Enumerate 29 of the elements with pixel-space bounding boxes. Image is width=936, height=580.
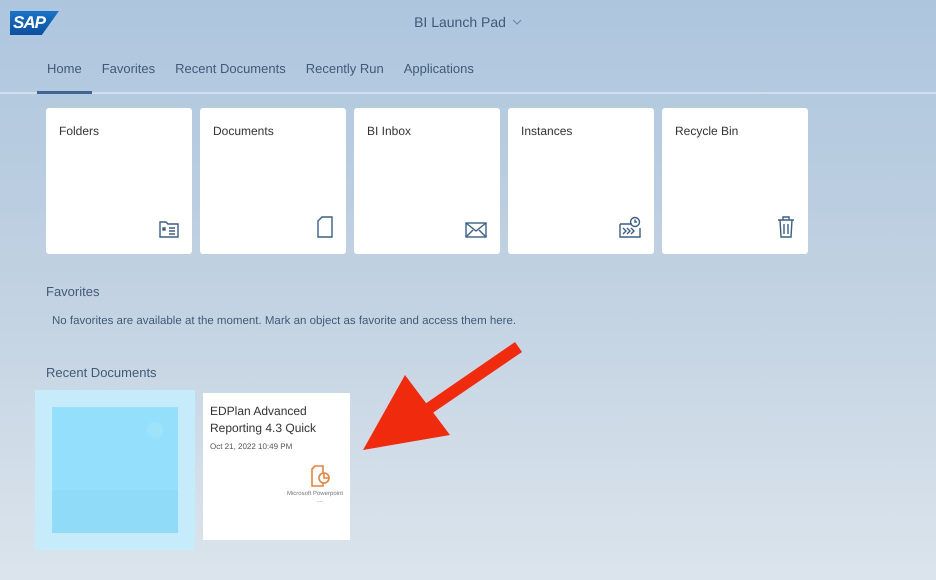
envelope-icon xyxy=(465,222,487,238)
presentation-file-icon xyxy=(311,464,331,487)
nav-tab[interactable]: Recently Run xyxy=(296,46,394,94)
document-icon xyxy=(317,216,333,238)
launch-tile[interactable]: Folders xyxy=(46,108,192,254)
instances-icon xyxy=(619,216,641,238)
section-heading: Recent Documents xyxy=(45,365,158,380)
folder-icon xyxy=(159,220,179,238)
app-title-menu[interactable]: BI Launch Pad xyxy=(414,14,522,30)
document-title: EDPlan Advanced Reporting 4.3 Quick xyxy=(210,403,318,437)
nav-tab[interactable]: Applications xyxy=(394,46,484,94)
tile-label: Documents xyxy=(213,124,275,138)
nav-tab[interactable]: Recent Documents xyxy=(165,46,296,94)
launch-tile[interactable]: Recycle Bin xyxy=(662,108,808,254)
nav-tab[interactable]: Favorites xyxy=(92,46,166,94)
launch-tile[interactable]: Instances xyxy=(508,108,654,254)
empty-message: No favorites are available at the moment. Mark an object as favorite and access them here. xyxy=(51,314,518,327)
document-date: Oct 21, 2022 10:49 PM xyxy=(210,442,294,451)
tile-label: Folders xyxy=(59,124,100,138)
tile-label: Instances xyxy=(521,124,574,138)
nav-tab[interactable]: Home xyxy=(37,46,92,94)
tile-label: BI Inbox xyxy=(367,124,412,138)
section-heading: Favorites xyxy=(45,284,100,299)
launch-tile[interactable]: Documents xyxy=(200,108,346,254)
logo[interactable]: SAP xyxy=(10,11,59,35)
chevron-down-icon xyxy=(512,19,522,25)
tile-label: Recycle Bin xyxy=(675,124,740,138)
launch-tile[interactable]: BI Inbox xyxy=(354,108,500,254)
trash-icon xyxy=(777,216,795,238)
